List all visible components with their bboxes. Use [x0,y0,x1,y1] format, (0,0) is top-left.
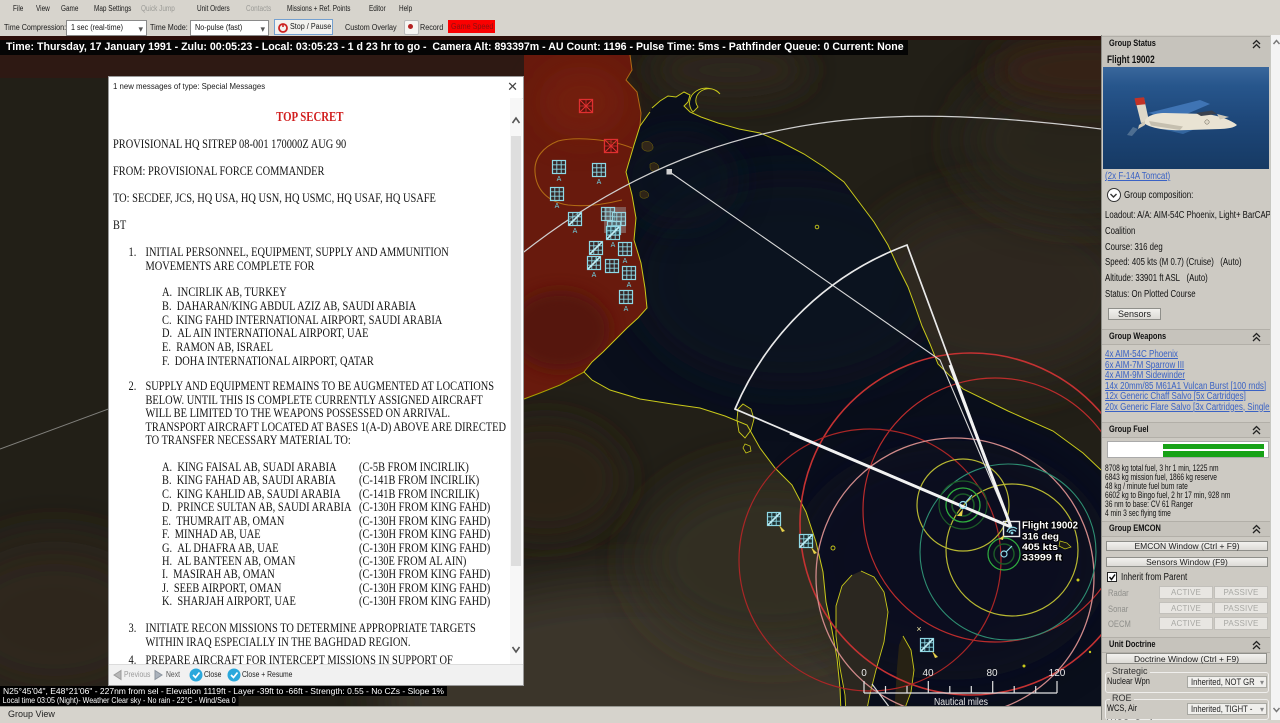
svg-text:40: 40 [922,668,934,679]
svg-text:A: A [624,306,629,313]
svg-text:Flight 19002: Flight 19002 [1022,521,1078,532]
svg-text:×: × [916,624,921,634]
svg-text:120: 120 [1049,668,1066,679]
svg-text:33999 ft: 33999 ft [1022,553,1063,564]
svg-text:405 kts: 405 kts [1022,542,1058,553]
svg-text:A: A [627,282,632,289]
svg-text:A: A [597,179,602,186]
svg-text:A: A [592,272,597,279]
svg-text:A: A [573,228,578,235]
svg-text:316 deg: 316 deg [1022,532,1059,543]
svg-text:A: A [557,176,562,183]
svg-text:A: A [623,258,628,265]
svg-text:0: 0 [861,668,867,679]
svg-text:A: A [611,242,616,249]
svg-text:A: A [555,203,560,210]
svg-text:80: 80 [986,668,998,679]
